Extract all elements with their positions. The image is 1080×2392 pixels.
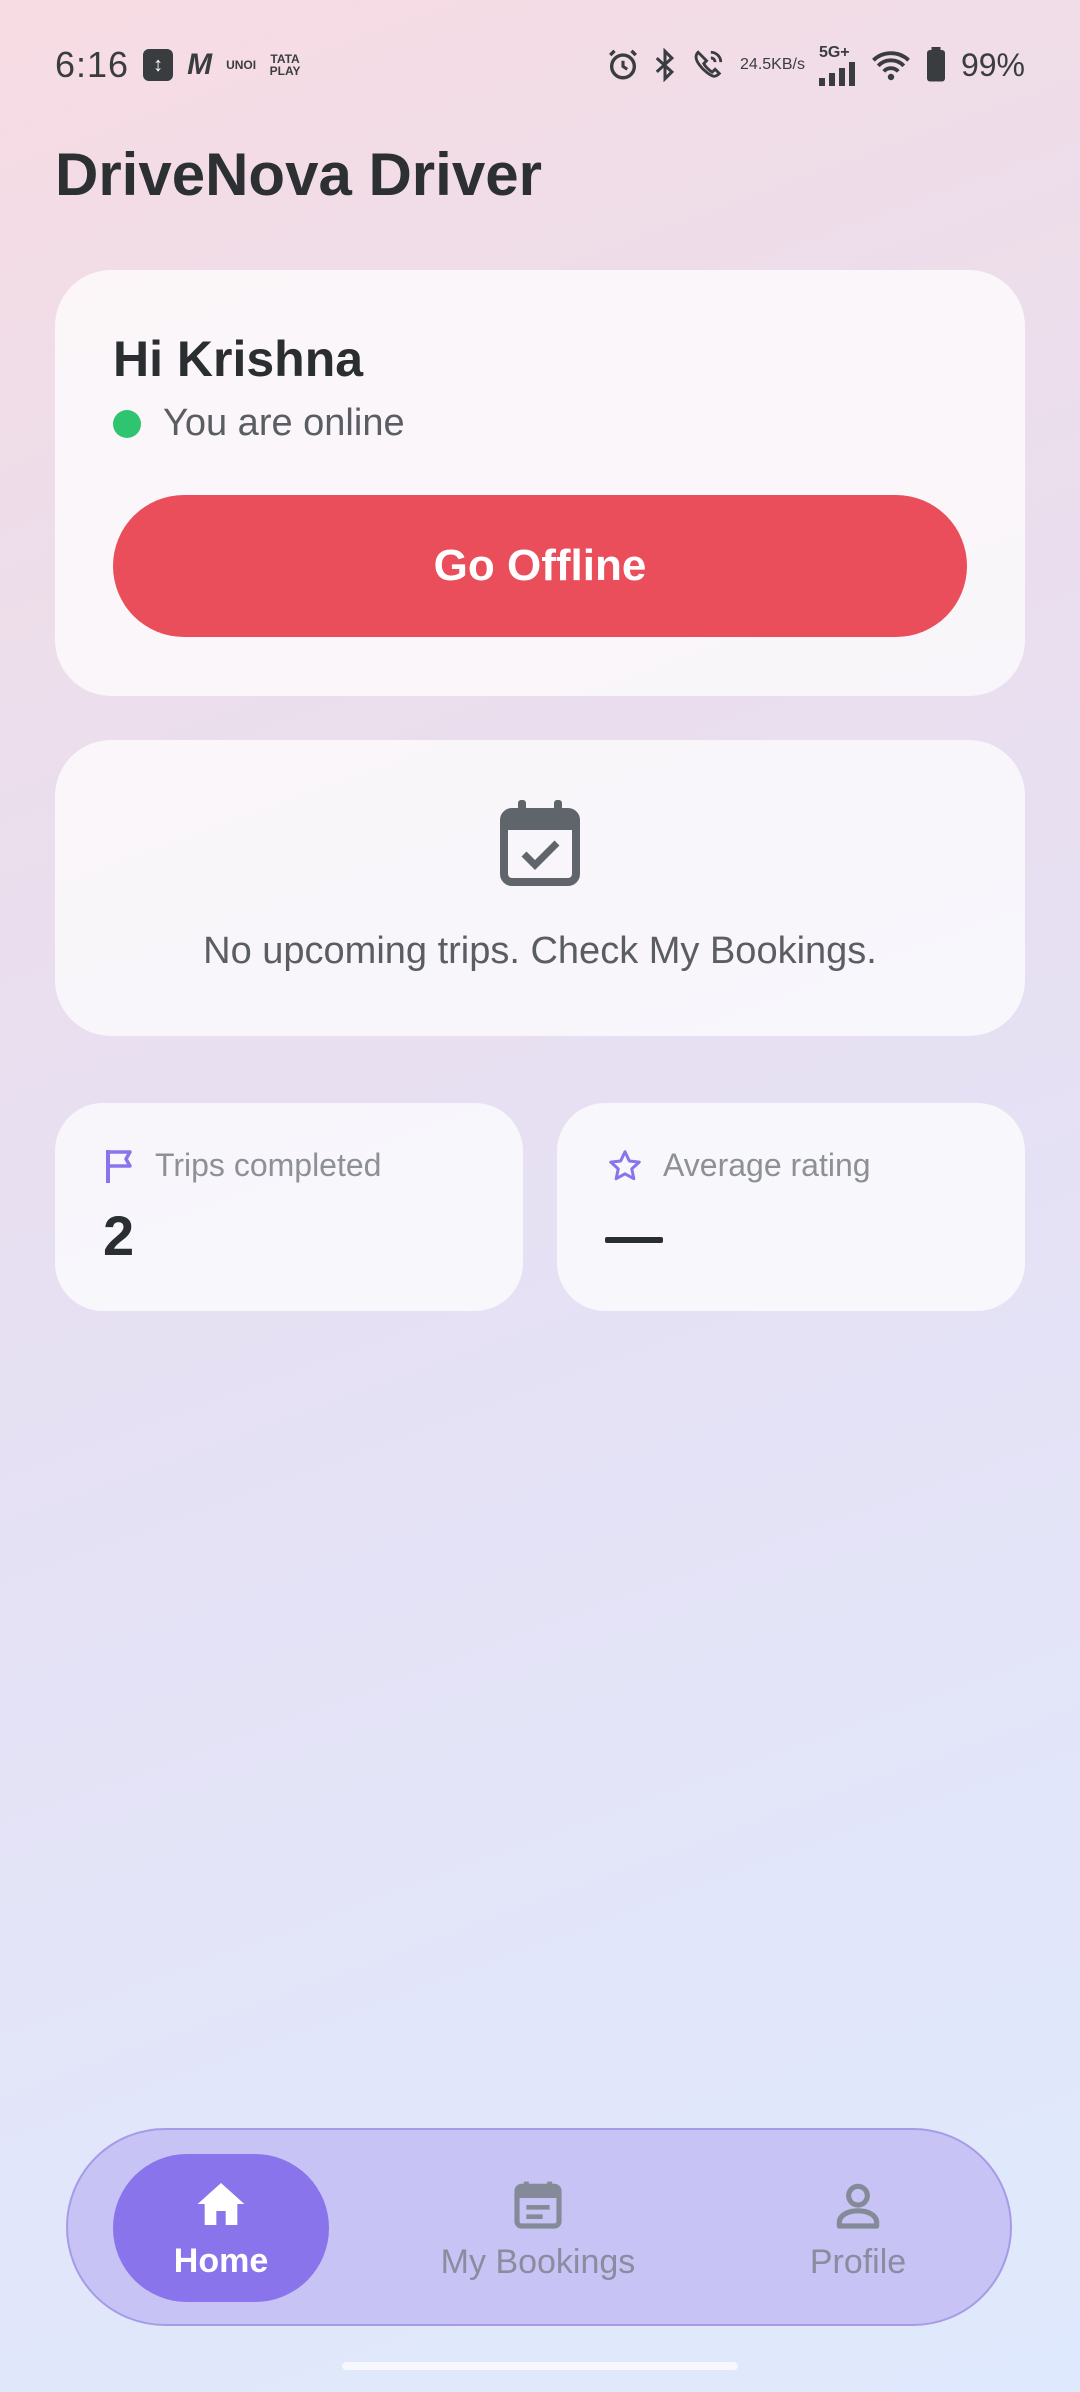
no-trips-message: No upcoming trips. Check My Bookings. — [203, 930, 877, 972]
page-title: DriveNova Driver — [55, 141, 542, 208]
alarm-icon — [609, 49, 637, 80]
status-time: 6:16 — [55, 44, 130, 85]
calendar-check-icon — [500, 800, 580, 886]
upcoming-trips-card: No upcoming trips. Check My Bookings. — [55, 740, 1025, 1036]
network-type: 5G+ — [818, 44, 850, 61]
online-status-text: You are online — [163, 402, 405, 444]
signal-icon: 5G+ — [818, 44, 857, 86]
calendar-list-icon — [514, 2181, 562, 2229]
flag-icon — [106, 1149, 132, 1183]
nav-my-bookings-label: My Bookings — [440, 2242, 636, 2281]
unoi-app-icon: UNOI — [226, 58, 257, 72]
tata-play-icon: TATA PLAY — [269, 52, 301, 78]
battery-icon — [926, 47, 945, 82]
nav-my-bookings[interactable]: My Bookings — [408, 2130, 668, 2328]
home-icon — [197, 2182, 245, 2225]
trips-completed-value: 2 — [103, 1204, 135, 1267]
person-icon — [836, 2183, 880, 2229]
average-rating-label: Average rating — [663, 1147, 871, 1183]
network-speed-value: 24.5 — [740, 56, 772, 73]
network-speed: 24.5 KB/s — [740, 56, 805, 74]
greeting-text: Hi Krishna — [113, 331, 364, 387]
battery-percent: 99% — [960, 46, 1025, 83]
online-status: You are online — [113, 402, 405, 445]
trips-completed-label: Trips completed — [155, 1147, 382, 1183]
nav-home-label: Home — [173, 2241, 269, 2280]
online-status-dot — [113, 409, 141, 438]
average-rating-card: Average rating — — [557, 1103, 1025, 1311]
star-icon — [609, 1149, 641, 1180]
wifi-call-icon — [694, 50, 723, 78]
bottom-nav: Home My Bookings Profile — [66, 2128, 1012, 2326]
status-right: 24.5 KB/s 5G+ 99% — [606, 44, 1025, 86]
greeting-card: Hi Krishna You are online Go Offline — [55, 270, 1025, 696]
nav-profile[interactable]: Profile — [748, 2130, 968, 2328]
trips-completed-card: Trips completed 2 — [55, 1103, 523, 1311]
network-speed-unit: KB/s — [771, 56, 805, 73]
status-bar: 6:16 ↕ M UNOI TATA PLAY 24.5 KB/s 5G+ 99% — [0, 0, 1080, 130]
bluetooth-icon — [655, 48, 675, 82]
wifi-icon — [872, 51, 910, 81]
go-offline-button[interactable]: Go Offline — [113, 495, 967, 637]
status-left: 6:16 ↕ M UNOI TATA PLAY — [55, 44, 301, 86]
nav-profile-label: Profile — [809, 2242, 907, 2281]
trips-completed-header: Trips completed — [105, 1147, 381, 1184]
m-app-icon: M — [187, 48, 213, 81]
home-indicator[interactable] — [342, 2362, 738, 2370]
usb-icon: ↕ — [143, 49, 174, 81]
average-rating-header: Average rating — [607, 1147, 871, 1184]
average-rating-value: — — [605, 1237, 663, 1243]
nav-home[interactable]: Home — [113, 2154, 329, 2302]
